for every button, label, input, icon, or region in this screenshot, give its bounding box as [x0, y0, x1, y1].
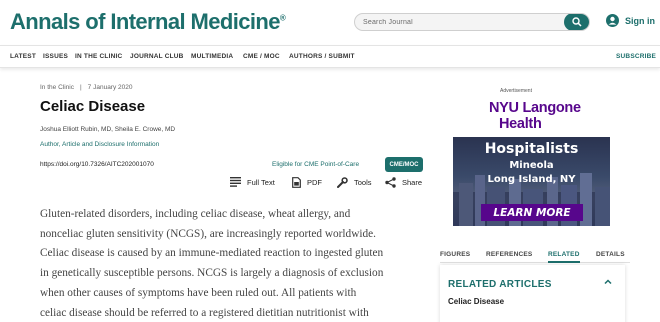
article-abstract: Gluten-related disorders, including celi…: [40, 205, 425, 322]
search-button[interactable]: [564, 14, 589, 30]
tools-label: Tools: [354, 177, 372, 187]
main-nav: LATEST ISSUES IN THE CLINIC JOURNAL CLUB…: [0, 45, 660, 68]
publish-date: 7 January 2020: [87, 84, 133, 91]
kicker-separator: |: [79, 84, 82, 91]
tab-figures[interactable]: FIGURES: [440, 251, 470, 258]
tab-details[interactable]: DETAILS: [596, 251, 625, 258]
nyu-langone-logo: NYU Langone: [489, 100, 581, 116]
section-link[interactable]: In the Clinic: [40, 84, 74, 91]
full-text-icon: [230, 177, 241, 187]
nav-subscribe[interactable]: SUBSCRIBE: [616, 53, 656, 60]
full-text-label: Full Text: [247, 177, 275, 187]
ad-headline: Hospitalists: [484, 141, 579, 157]
abstract-line: when other causes of symptoms have been …: [40, 286, 357, 299]
search-input[interactable]: [363, 14, 563, 30]
chevron-up-icon[interactable]: [603, 277, 613, 287]
nav-latest[interactable]: LATEST: [10, 53, 36, 60]
related-articles-heading[interactable]: RELATED ARTICLES: [448, 279, 552, 290]
nyu-langone-logo-line2: Health: [499, 116, 542, 132]
search-box: [354, 13, 590, 31]
full-text-button[interactable]: Full Text: [230, 175, 275, 189]
share-icon: [385, 176, 396, 188]
abstract-line: nonceliac gluten sensitivity (NCGS), are…: [40, 227, 376, 240]
signin-label: Sign in: [625, 15, 655, 26]
doi-link[interactable]: https://doi.org/10.7326/AITC202001070: [40, 161, 154, 168]
registered-mark: ®: [279, 13, 286, 23]
nav-multimedia[interactable]: MULTIMEDIA: [191, 53, 233, 60]
advertisement-banner[interactable]: NYU Langone Health Hospitalists Mineola …: [453, 94, 610, 226]
signin-link[interactable]: Sign in: [606, 14, 655, 27]
abstract-line: celiac disease should be referred to a r…: [40, 306, 369, 319]
cme-moc-badge[interactable]: CME/MOC: [385, 157, 423, 172]
share-button[interactable]: Share: [385, 175, 422, 189]
search-icon: [572, 17, 582, 27]
pdf-button[interactable]: PDF: [292, 175, 322, 189]
nav-issues[interactable]: ISSUES: [43, 53, 68, 60]
tools-button[interactable]: Tools: [337, 175, 372, 189]
ad-location-line2: Long Island, NY: [487, 174, 576, 185]
user-icon: [606, 14, 619, 27]
article-title: Celiac Disease: [40, 98, 146, 115]
nav-authors-submit[interactable]: AUTHORS / SUBMIT: [289, 53, 355, 60]
logo-text: Annals of Internal Medicine: [10, 9, 280, 34]
pdf-icon: [292, 176, 301, 188]
article-kicker: In the Clinic | 7 January 2020: [40, 84, 132, 91]
nav-journal-club[interactable]: JOURNAL CLUB: [130, 53, 184, 60]
ad-location-line1: Mineola: [509, 160, 554, 171]
journal-logo[interactable]: Annals of Internal Medicine®: [10, 9, 286, 35]
nav-cme-moc[interactable]: CME / MOC: [243, 53, 280, 60]
abstract-line: Gluten-related disorders, including celi…: [40, 208, 351, 220]
wrench-icon: [337, 176, 348, 188]
related-articles-panel: RELATED ARTICLES Celiac Disease: [440, 265, 625, 322]
abstract-line: in genetically susceptible persons. NCGS…: [40, 267, 384, 280]
abstract-line: Celiac disease is caused by an immune-me…: [40, 247, 384, 260]
related-article-link[interactable]: Celiac Disease: [448, 297, 504, 306]
ad-learn-more-button[interactable]: LEARN MORE: [481, 204, 583, 221]
tab-references[interactable]: REFERENCES: [486, 251, 532, 258]
sidebar-tabs: FIGURES REFERENCES RELATED DETAILS: [440, 245, 630, 263]
tab-related[interactable]: RELATED: [548, 251, 580, 263]
pdf-label: PDF: [307, 177, 322, 187]
disclosure-link[interactable]: Author, Article and Disclosure Informati…: [40, 141, 159, 148]
nav-in-the-clinic[interactable]: IN THE CLINIC: [75, 53, 122, 60]
ad-logo-area: NYU Langone Health: [453, 94, 610, 137]
cme-eligibility-link[interactable]: Eligible for CME Point-of-Care: [272, 161, 359, 168]
share-label: Share: [402, 177, 423, 187]
author-list[interactable]: Joshua Elliott Rubin, MD, Sheila E. Crow…: [40, 126, 175, 133]
